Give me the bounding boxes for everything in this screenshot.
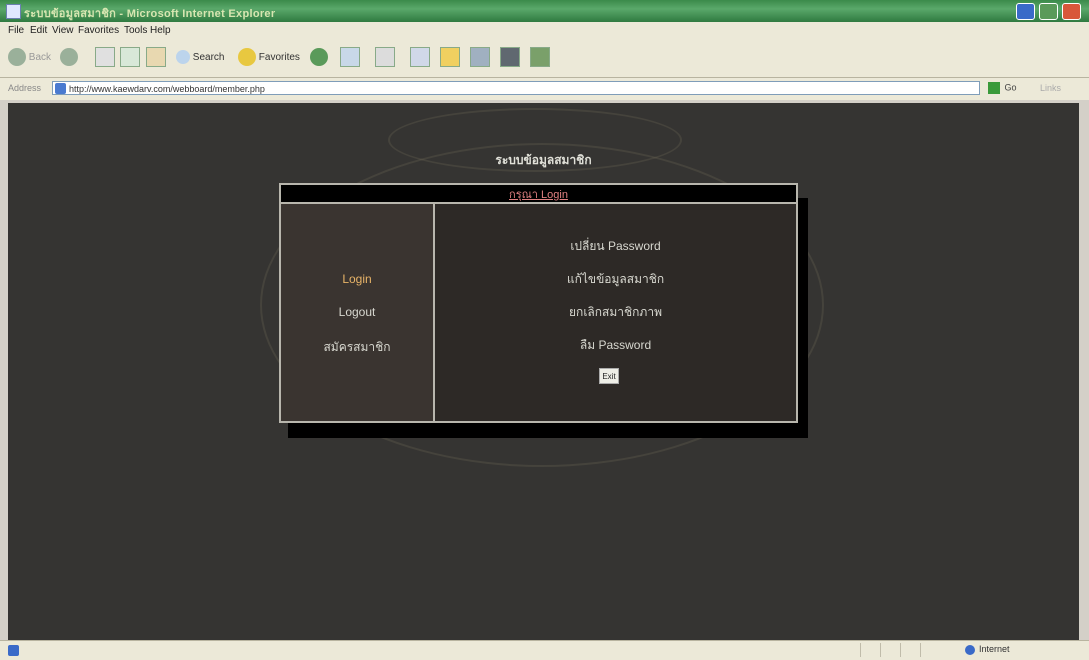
- window-controls: [1016, 3, 1081, 20]
- security-zone: Internet: [965, 644, 1010, 655]
- exit-button[interactable]: Exit: [599, 368, 619, 384]
- address-label: Address: [8, 83, 42, 93]
- toolbar: Back Search Favorites: [0, 39, 1089, 78]
- refresh-icon: [120, 47, 140, 68]
- menu-tools[interactable]: Tools: [124, 25, 147, 36]
- nav-register[interactable]: สมัครสมาชิก: [281, 338, 433, 357]
- research-icon: [470, 47, 490, 68]
- ie-icon: [6, 4, 21, 19]
- star-icon: [238, 48, 256, 67]
- forward-arrow-icon: [60, 48, 78, 67]
- page-title: ระบบข้อมูลสมาชิก: [495, 153, 592, 167]
- mail-icon: [340, 47, 360, 68]
- status-segment: [880, 643, 895, 657]
- options-column: เปลี่ยน Password แก้ไขข้อมูลสมาชิก ยกเลิ…: [435, 204, 796, 421]
- zone-label: Internet: [979, 644, 1010, 654]
- history-button[interactable]: [310, 47, 328, 69]
- folder-icon: [440, 47, 460, 68]
- forgot-password-link[interactable]: ลืม Password: [435, 336, 796, 355]
- go-label: Go: [1004, 82, 1017, 93]
- menu-edit[interactable]: Edit: [30, 25, 47, 36]
- maximize-button[interactable]: [1039, 3, 1058, 20]
- nav-login[interactable]: Login: [281, 272, 433, 286]
- search-label: Search: [192, 52, 225, 63]
- print-icon: [375, 47, 395, 68]
- page-icon: [55, 83, 66, 94]
- status-bar: Internet: [0, 640, 1089, 660]
- research-button[interactable]: [470, 47, 490, 69]
- status-page-icon: [8, 645, 19, 656]
- panel-header: กรุณา Login: [281, 185, 796, 204]
- back-button[interactable]: Back: [8, 47, 51, 69]
- print-button[interactable]: [375, 47, 395, 69]
- close-button[interactable]: [1062, 3, 1081, 20]
- favorites-button[interactable]: Favorites: [238, 47, 300, 69]
- status-segment: [860, 643, 875, 657]
- stop-icon: [95, 47, 115, 68]
- address-input[interactable]: http://www.kaewdarv.com/webboard/member.…: [52, 81, 980, 95]
- home-button[interactable]: [146, 47, 166, 69]
- search-icon: [176, 50, 190, 65]
- refresh-button[interactable]: [120, 47, 140, 69]
- folder-button[interactable]: [440, 47, 460, 69]
- menu-bar: File Edit View Favorites Tools Help: [0, 22, 1089, 39]
- forward-button[interactable]: [60, 47, 78, 69]
- status-segment: [920, 643, 935, 657]
- login-panel: กรุณา Login Login Logout สมัครสมาชิก เปล…: [279, 183, 798, 423]
- links-button[interactable]: Links: [1040, 83, 1061, 93]
- edit-button[interactable]: [410, 47, 430, 69]
- window-title: ระบบข้อมูลสมาชิก - Microsoft Internet Ex…: [24, 8, 276, 20]
- minimize-button[interactable]: [1016, 3, 1035, 20]
- stop-button[interactable]: [95, 47, 115, 69]
- messenger-button[interactable]: [500, 47, 520, 69]
- page-content: ระบบข้อมูลสมาชิก กรุณา Login Login Logou…: [8, 103, 1079, 640]
- globe-icon: [965, 644, 975, 655]
- go-button[interactable]: Go: [988, 82, 1017, 94]
- home-icon: [146, 47, 166, 68]
- panel-title-link[interactable]: กรุณา Login: [509, 189, 568, 201]
- messenger-icon: [500, 47, 520, 68]
- left-nav: Login Logout สมัครสมาชิก: [281, 204, 435, 421]
- change-password-link[interactable]: เปลี่ยน Password: [435, 237, 796, 256]
- menu-file[interactable]: File: [8, 25, 24, 36]
- go-arrow-icon: [988, 82, 1000, 94]
- search-button[interactable]: Search: [176, 47, 224, 69]
- menu-favorites[interactable]: Favorites: [78, 25, 119, 36]
- address-bar: Address http://www.kaewdarv.com/webboard…: [0, 78, 1089, 100]
- extra-button[interactable]: [530, 47, 550, 69]
- back-label: Back: [28, 52, 52, 63]
- extra-icon: [530, 47, 550, 68]
- edit-icon: [410, 47, 430, 68]
- address-url: http://www.kaewdarv.com/webboard/member.…: [69, 84, 265, 94]
- favorites-label: Favorites: [258, 52, 300, 63]
- history-icon: [310, 48, 328, 67]
- status-segment: [900, 643, 915, 657]
- menu-view[interactable]: View: [52, 25, 74, 36]
- back-arrow-icon: [8, 48, 26, 67]
- cancel-membership-link[interactable]: ยกเลิกสมาชิกภาพ: [435, 303, 796, 322]
- nav-logout[interactable]: Logout: [281, 305, 433, 319]
- mail-button[interactable]: [340, 47, 360, 69]
- window-titlebar: ระบบข้อมูลสมาชิก - Microsoft Internet Ex…: [0, 0, 1089, 22]
- menu-help[interactable]: Help: [150, 25, 171, 36]
- edit-profile-link[interactable]: แก้ไขข้อมูลสมาชิก: [435, 270, 796, 289]
